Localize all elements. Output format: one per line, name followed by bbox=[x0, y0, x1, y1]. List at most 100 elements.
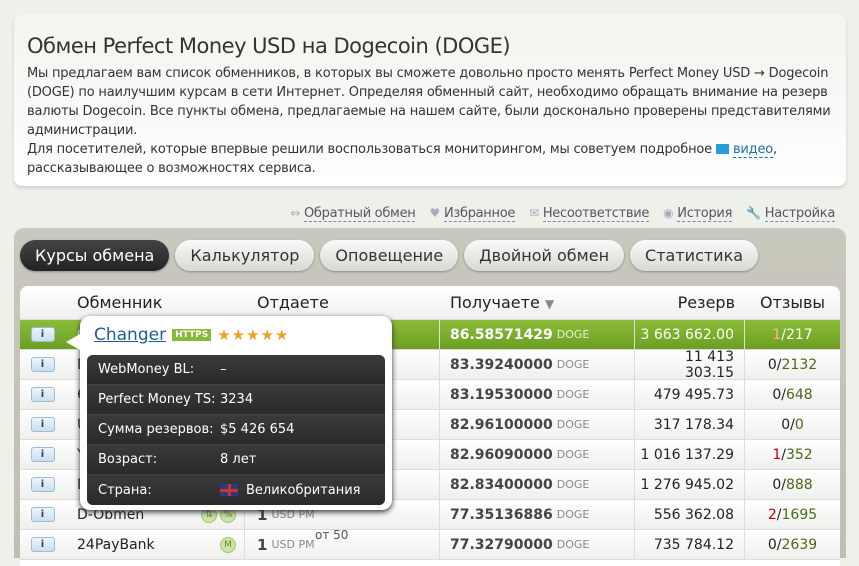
info-key: Сумма резервов: bbox=[98, 422, 214, 437]
arrows-icon: ⇔ bbox=[290, 206, 300, 220]
reviews[interactable]: 0/888 bbox=[745, 477, 840, 493]
negative-reviews: 0 bbox=[772, 386, 782, 403]
info-icon[interactable]: i bbox=[30, 417, 55, 432]
positive-reviews: 0 bbox=[794, 416, 804, 433]
tab-statistics[interactable]: Статистика bbox=[630, 240, 759, 271]
uk-flag-icon bbox=[220, 484, 238, 496]
video-link[interactable]: видео bbox=[732, 142, 773, 158]
reserve-value: 479 495.73 bbox=[635, 380, 745, 409]
table-header: Обменник Отдаете Получаете ▼ Резерв Отзы… bbox=[20, 286, 840, 320]
exchanger-name[interactable]: 24PayBank bbox=[77, 537, 155, 553]
receive-rate: 77.32790000 bbox=[450, 536, 553, 553]
min-amount: от 50 bbox=[315, 528, 349, 542]
negative-reviews: 1 bbox=[772, 326, 782, 343]
reserve-value: 1 016 137.29 bbox=[635, 440, 745, 469]
reverse-exchange-link[interactable]: ⇔ Обратный обмен bbox=[290, 206, 416, 222]
info-icon[interactable]: i bbox=[30, 357, 55, 372]
info-icon[interactable]: i bbox=[30, 537, 55, 552]
receive-currency: DOGE bbox=[556, 418, 590, 431]
negative-reviews: 0 bbox=[767, 356, 777, 373]
info-value: Великобритания bbox=[246, 482, 361, 498]
info-icon[interactable]: i bbox=[30, 447, 55, 462]
receive-rate: 83.39240000 bbox=[450, 356, 553, 373]
receive-rate: 77.35136886 bbox=[450, 506, 553, 523]
negative-reviews: 0 bbox=[767, 536, 777, 553]
exchanger-info-popup: Changer HTTPS ★★★★★ WebMoney BL: – Perfec… bbox=[66, 316, 392, 510]
info-row: Сумма резервов: $5 426 654 bbox=[87, 415, 385, 445]
heart-icon: ♥ bbox=[429, 206, 440, 220]
receive-currency: DOGE bbox=[556, 358, 590, 371]
receive-rate: 83.19530000 bbox=[450, 386, 553, 403]
col-receive-label: Получаете bbox=[450, 293, 540, 312]
link-label: Настройка bbox=[764, 206, 835, 222]
positive-reviews: 352 bbox=[785, 446, 813, 463]
tab-rates[interactable]: Курсы обмена bbox=[20, 240, 170, 271]
positive-reviews: 2132 bbox=[781, 356, 818, 373]
reviews[interactable]: 1/217 bbox=[745, 327, 840, 343]
link-label: История bbox=[677, 206, 733, 222]
receive-rate: 86.58571429 bbox=[450, 326, 553, 343]
info-row: Возраст: 8 лет bbox=[87, 445, 385, 475]
col-reserve[interactable]: Резерв bbox=[635, 293, 745, 312]
info-key: Возраст: bbox=[98, 452, 158, 467]
tab-double-exchange[interactable]: Двойной обмен bbox=[464, 240, 625, 271]
info-icon[interactable]: i bbox=[30, 507, 55, 522]
negative-reviews: 0 bbox=[772, 476, 782, 493]
reserve-value: 556 362.08 bbox=[635, 500, 745, 529]
tab-calculator[interactable]: Калькулятор bbox=[175, 240, 315, 271]
history-link[interactable]: ◉ История bbox=[663, 206, 733, 222]
reviews[interactable]: 0/0 bbox=[745, 417, 840, 433]
reserve-value: 3 663 662.00 bbox=[635, 320, 745, 349]
receive-currency: DOGE bbox=[556, 448, 590, 461]
info-key: WebMoney BL: bbox=[98, 362, 195, 377]
info-value: $5 426 654 bbox=[220, 422, 295, 437]
receive-currency: DOGE bbox=[556, 538, 590, 551]
reserve-value: 1 276 945.02 bbox=[635, 470, 745, 499]
sort-down-icon: ▼ bbox=[544, 297, 555, 311]
https-badge: HTTPS bbox=[172, 329, 212, 341]
receive-rate: 82.96090000 bbox=[450, 446, 553, 463]
mismatch-link[interactable]: ✉ Несоответствие bbox=[529, 206, 650, 222]
reviews[interactable]: 0/2132 bbox=[745, 357, 840, 373]
reviews[interactable]: 0/648 bbox=[745, 387, 840, 403]
tab-notifications[interactable]: Оповещение bbox=[320, 240, 459, 271]
clock-icon: ◉ bbox=[663, 206, 674, 220]
reserve-value: 317 178.34 bbox=[635, 410, 745, 439]
info-icon[interactable]: i bbox=[30, 477, 55, 492]
info-icon[interactable]: i bbox=[30, 387, 55, 402]
col-name[interactable]: Обменник bbox=[65, 293, 245, 312]
link-label: Несоответствие bbox=[542, 206, 650, 222]
reviews[interactable]: 0/2639 bbox=[745, 537, 840, 553]
col-receive[interactable]: Получаете ▼ bbox=[440, 293, 635, 312]
negative-reviews: 1 bbox=[772, 446, 782, 463]
settings-link[interactable]: 🔧 Настройка bbox=[746, 206, 835, 222]
intro-box: Обмен Perfect Money USD на Dogecoin (DOG… bbox=[14, 14, 846, 186]
video-icon bbox=[715, 144, 729, 154]
info-key: Perfect Money TS: bbox=[98, 392, 216, 407]
col-give[interactable]: Отдаете bbox=[245, 293, 440, 312]
info-value: – bbox=[220, 362, 227, 377]
positive-reviews: 2639 bbox=[781, 536, 818, 553]
receive-currency: DOGE bbox=[556, 388, 590, 401]
reviews[interactable]: 2/1695 bbox=[745, 507, 840, 523]
link-label: Избранное bbox=[443, 206, 516, 222]
info-value: 8 лет bbox=[220, 452, 257, 467]
info-row: Perfect Money TS: 3234 bbox=[87, 385, 385, 415]
info-list: WebMoney BL: – Perfect Money TS: 3234 Сумм… bbox=[87, 355, 385, 505]
intro-paragraph-2: Для посетителей, которые впервые решили … bbox=[27, 142, 712, 157]
receive-rate: 82.83400000 bbox=[450, 476, 553, 493]
give-currency: USD PM bbox=[271, 538, 315, 551]
favorites-link[interactable]: ♥ Избранное bbox=[429, 206, 516, 222]
manual-icon: M bbox=[220, 536, 236, 553]
col-reviews[interactable]: Отзывы bbox=[745, 293, 840, 312]
intro-paragraph: Мы предлагаем вам список обменников, в к… bbox=[27, 66, 831, 138]
link-label: Обратный обмен bbox=[304, 206, 416, 222]
reviews[interactable]: 1/352 bbox=[745, 447, 840, 463]
info-icon[interactable]: i bbox=[30, 327, 55, 342]
action-links: ⇔ Обратный обмен ♥ Избранное ✉ Несоответств… bbox=[290, 206, 835, 222]
info-row: WebMoney BL: – bbox=[87, 355, 385, 385]
intro-text: Мы предлагаем вам список обменников, в к… bbox=[27, 64, 833, 178]
info-key: Страна: bbox=[98, 482, 152, 498]
mail-icon: ✉ bbox=[529, 206, 539, 220]
exchanger-link[interactable]: Changer bbox=[94, 325, 166, 345]
